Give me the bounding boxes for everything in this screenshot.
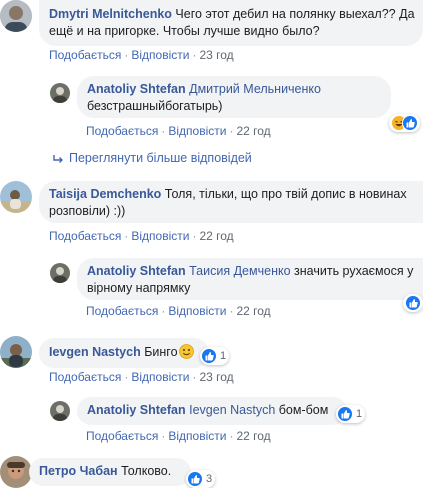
comment-author[interactable]: Петро Чабан — [39, 464, 118, 478]
reply-button[interactable]: Відповісти — [131, 229, 189, 243]
reaction-count: 1 — [356, 408, 363, 420]
avatar[interactable] — [0, 0, 32, 32]
like-icon — [337, 406, 353, 422]
reply-bubble: Anatoliy Shtefan Дмитрий Мельниченко без… — [77, 76, 391, 118]
comment-actions: Подобається · Відповісти · 22 год — [86, 304, 271, 318]
comment-timestamp[interactable]: 23 год — [199, 48, 233, 62]
like-button[interactable]: Подобається — [49, 370, 121, 384]
like-icon — [402, 115, 418, 131]
avatar-photo — [0, 181, 32, 213]
like-button[interactable]: Подобається — [49, 48, 121, 62]
comment-text: безстрашныйбогатырь) — [87, 99, 223, 113]
comment-timestamp[interactable]: 22 год — [236, 304, 270, 318]
reply-bubble: Anatoliy Shtefan Таисия Демченко значить… — [77, 258, 423, 300]
comment-actions: Подобається · Відповісти · 23 год — [49, 48, 234, 62]
comment-actions: Подобається · Відповісти · 22 год — [86, 124, 271, 138]
mention-link[interactable]: Ievgen Nastych — [189, 403, 275, 417]
avatar-photo — [0, 336, 32, 368]
comment-text: Чего этот дебил на полянку выехал?? Да — [175, 7, 415, 21]
avatar-photo — [50, 263, 70, 283]
comment-author[interactable]: Anatoliy Shtefan — [87, 264, 186, 278]
comment-bubble: Ievgen Nastych Бинго — [39, 338, 209, 368]
comment-author[interactable]: Anatoliy Shtefan — [87, 82, 186, 96]
view-more-icon — [53, 153, 64, 167]
comment-timestamp[interactable]: 22 год — [199, 229, 233, 243]
reply-button[interactable]: Відповісти — [168, 124, 226, 138]
comment-actions: Подобається · Відповісти · 23 год — [49, 370, 234, 384]
like-button[interactable]: Подобається — [86, 124, 158, 138]
reply-button[interactable]: Відповісти — [131, 370, 189, 384]
avatar[interactable] — [50, 401, 70, 421]
reaction-badge[interactable]: 1 — [336, 405, 366, 423]
like-icon — [187, 471, 203, 487]
avatar[interactable] — [0, 336, 32, 368]
like-icon — [405, 295, 421, 311]
avatar-photo — [0, 456, 32, 488]
comment-text: бом-бом — [278, 403, 329, 417]
reply-button[interactable]: Відповісти — [131, 48, 189, 62]
avatar[interactable] — [50, 263, 70, 283]
comment-bubble: Taisija Demchenko Толя, тільки, що про т… — [39, 181, 423, 223]
reply-bubble: Anatoliy Shtefan Ievgen Nastych бом-бом — [77, 397, 347, 425]
avatar-photo — [50, 401, 70, 421]
reply-button[interactable]: Відповісти — [168, 304, 226, 318]
comment-bubble: Петро Чабан Толково. — [29, 458, 191, 486]
avatar-photo — [0, 0, 32, 32]
comment-text: значить рухаємося у — [294, 264, 414, 278]
mention-link[interactable]: Дмитрий Мельниченко — [189, 82, 321, 96]
avatar[interactable] — [50, 83, 70, 103]
comment-bubble: Dmytri Melnitchenko Чего этот дебил на п… — [39, 0, 423, 46]
avatar-photo — [50, 83, 70, 103]
comment-author[interactable]: Anatoliy Shtefan — [87, 403, 186, 417]
reaction-badge[interactable]: 1 — [200, 347, 230, 365]
comment-timestamp[interactable]: 22 год — [236, 124, 270, 138]
comment-author[interactable]: Taisija Demchenko — [49, 187, 161, 201]
mention-link[interactable]: Таисия Демченко — [189, 264, 290, 278]
view-more-replies-link[interactable]: Переглянути більше відповідей — [69, 151, 252, 165]
comment-text-line2: вірному напрямку — [87, 281, 191, 295]
avatar[interactable] — [0, 181, 32, 213]
slightly-smiling-face-icon — [178, 344, 194, 359]
like-button[interactable]: Подобається — [49, 229, 121, 243]
like-icon — [201, 348, 217, 364]
reaction-badge[interactable]: 3 — [186, 470, 216, 488]
reaction-badge[interactable] — [403, 294, 423, 312]
comment-text: Толково. — [121, 464, 172, 478]
comment-author[interactable]: Ievgen Nastych — [49, 345, 141, 359]
comment-text: Толя, тільки, що про твій допис в новина… — [164, 187, 407, 201]
like-button[interactable]: Подобається — [86, 304, 158, 318]
comment-text-line2: розповіли) :)) — [49, 204, 126, 218]
comment-text-line2: ещё и на пригорке. Чтобы лучше видно был… — [49, 24, 320, 38]
comment-timestamp[interactable]: 22 год — [236, 429, 270, 443]
comment-actions: Подобається · Відповісти · 22 год — [49, 229, 234, 243]
reaction-count: 1 — [220, 350, 227, 362]
comment-actions: Подобається · Відповісти · 22 год — [86, 429, 271, 443]
reaction-badge[interactable] — [389, 114, 420, 132]
comment-author[interactable]: Dmytri Melnitchenko — [49, 7, 172, 21]
reaction-count: 3 — [206, 473, 213, 485]
comment-text: Бинго — [144, 345, 178, 359]
comment-timestamp[interactable]: 23 год — [199, 370, 233, 384]
like-button[interactable]: Подобається — [86, 429, 158, 443]
avatar[interactable] — [0, 456, 32, 488]
reply-button[interactable]: Відповісти — [168, 429, 226, 443]
